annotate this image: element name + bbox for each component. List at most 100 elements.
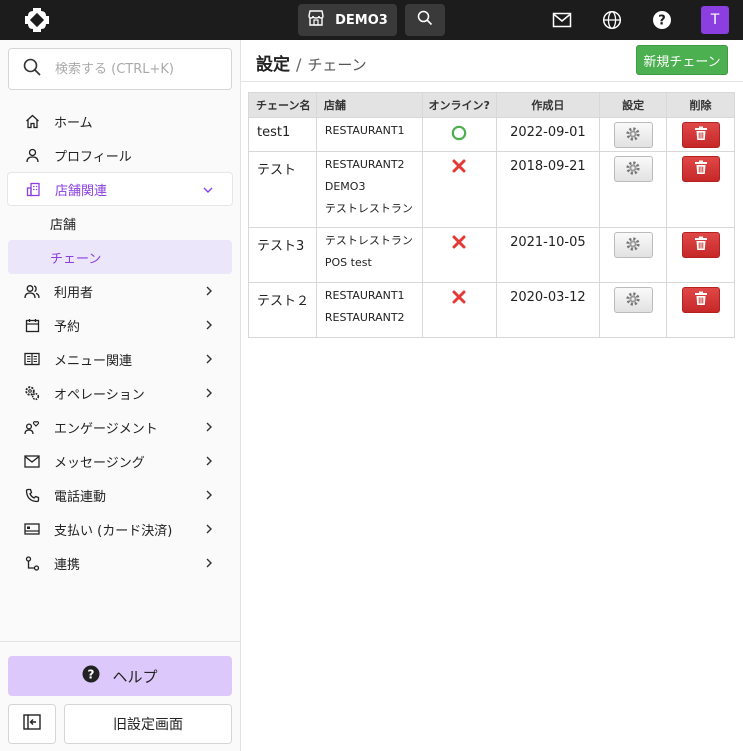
created-date: 2022-09-01 (495, 117, 601, 152)
column-header-created: 作成日 (495, 92, 601, 118)
sidebar-item-label: ホーム (54, 115, 93, 131)
sidebar-item-reservations[interactable]: 予約 (0, 308, 240, 342)
settings-cell (599, 227, 668, 283)
chain-stores: RESTAURANT1 RESTAURANT2 (315, 282, 423, 338)
online-status (421, 117, 497, 152)
gear-icon (625, 160, 641, 179)
sidebar-item-operations[interactable]: オペレーション (0, 376, 240, 410)
help-icon[interactable]: ? (651, 9, 673, 31)
main-content: 設定 / チェーン 新規チェーン チェーン名 店舗 オンライン? 作成日 設定 … (241, 40, 743, 751)
delete-button[interactable] (681, 232, 720, 258)
table-header-row: チェーン名 店舗 オンライン? 作成日 設定 削除 (248, 92, 735, 118)
user-avatar[interactable]: T (701, 6, 729, 34)
sidebar-item-label: オペレーション (54, 387, 145, 403)
sidebar-search[interactable] (8, 48, 232, 90)
trash-icon (694, 160, 708, 178)
sidebar-item-label: 連携 (54, 557, 81, 573)
global-search-button[interactable] (405, 4, 445, 36)
store-icon (307, 10, 325, 30)
sidebar-item-payment[interactable]: 支払い (カード決済) (0, 512, 240, 546)
building-icon (25, 181, 41, 197)
chevron-right-icon (202, 522, 216, 536)
sidebar-item-engagement[interactable]: エンゲージメント (0, 410, 240, 444)
store-name: テストレストラン (324, 202, 413, 215)
integration-icon (24, 555, 40, 571)
sidebar-item-messaging[interactable]: メッセージング (0, 444, 240, 478)
store-name: DEMO3 (335, 12, 388, 28)
app-logo-icon[interactable] (24, 7, 50, 33)
payment-icon (24, 521, 40, 537)
sidebar-item-profile[interactable]: プロフィール (0, 138, 240, 172)
chevron-right-icon (202, 352, 216, 366)
chevron-right-icon (202, 420, 216, 434)
breadcrumb-separator: / (296, 55, 302, 74)
settings-button[interactable] (613, 232, 653, 258)
chevron-right-icon (202, 454, 216, 468)
search-icon (417, 10, 433, 30)
settings-button[interactable] (613, 156, 653, 182)
chain-stores: RESTAURANT1 (315, 117, 423, 152)
created-date: 2021-10-05 (495, 227, 601, 283)
delete-button[interactable] (681, 287, 720, 313)
sidebar-item-label: 電話連動 (54, 489, 107, 505)
settings-button[interactable] (613, 122, 653, 148)
sidebar-nav: ホーム プロフィール 店舗関連 店舗 チェーン 利用者 予約 メニュー関連 オペ… (0, 104, 240, 580)
new-chain-button[interactable]: 新規チェーン (636, 45, 728, 75)
store-name: RESTAURANT2 (324, 311, 405, 324)
sidebar-item-label: メッセージング (54, 455, 145, 471)
chain-name: テスト２ (248, 282, 317, 338)
users-icon (24, 283, 40, 299)
sidebar-item-label: 利用者 (54, 285, 94, 301)
breadcrumb-section[interactable]: 設定 (256, 50, 290, 75)
delete-button[interactable] (681, 156, 720, 182)
delete-button[interactable] (681, 122, 720, 148)
search-input[interactable] (55, 61, 215, 77)
table-row: test1 RESTAURANT1 2022-09-01 (248, 117, 735, 152)
mail-icon[interactable] (551, 9, 573, 31)
collapse-sidebar-button[interactable] (8, 704, 56, 744)
delete-cell (666, 227, 735, 283)
column-header-online: オンライン? (421, 92, 497, 118)
menu-book-icon (24, 351, 40, 367)
breadcrumb: 設定 / チェーン (256, 50, 367, 75)
column-header-delete: 削除 (666, 92, 735, 118)
sidebar-item-integration[interactable]: 連携 (0, 546, 240, 580)
help-icon: ? (82, 665, 100, 687)
search-icon (23, 58, 41, 80)
sidebar-item-label: プロフィール (54, 149, 132, 165)
calendar-icon (24, 317, 40, 333)
help-label: ヘルプ (112, 667, 158, 686)
trash-icon (694, 236, 708, 254)
globe-icon[interactable] (601, 9, 623, 31)
offline-x-icon (452, 235, 466, 252)
sidebar-subitem-stores[interactable]: 店舗 (0, 206, 240, 240)
store-name: DEMO3 (324, 180, 366, 193)
gear-icon (625, 126, 641, 145)
settings-button[interactable] (613, 287, 653, 313)
svg-text:?: ? (658, 14, 666, 29)
chevron-right-icon (202, 284, 216, 298)
chevron-right-icon (202, 488, 216, 502)
sidebar-subitem-label: 店舗 (50, 217, 77, 233)
column-header-name: チェーン名 (248, 92, 317, 118)
store-selector-button[interactable]: DEMO3 (298, 4, 397, 36)
sidebar-subitem-chain[interactable]: チェーン (8, 240, 232, 274)
sidebar-item-users[interactable]: 利用者 (0, 274, 240, 308)
person-icon (24, 147, 40, 163)
old-settings-button[interactable]: 旧設定画面 (64, 704, 232, 744)
sidebar-item-menu[interactable]: メニュー関連 (0, 342, 240, 376)
delete-cell (666, 282, 735, 338)
settings-cell (599, 282, 668, 338)
help-button[interactable]: ? ヘルプ (8, 656, 232, 696)
chevron-right-icon (202, 386, 216, 400)
collapse-sidebar-icon (23, 714, 41, 734)
sidebar-item-label: 予約 (54, 319, 81, 335)
trash-icon (694, 126, 708, 144)
sidebar-item-store-related[interactable]: 店舗関連 (7, 172, 233, 206)
mail-icon (24, 453, 40, 469)
gears-icon (24, 385, 40, 401)
chevron-right-icon (202, 556, 216, 570)
sidebar-item-home[interactable]: ホーム (0, 104, 240, 138)
store-name: RESTAURANT1 (324, 289, 405, 302)
sidebar-item-phone[interactable]: 電話連動 (0, 478, 240, 512)
